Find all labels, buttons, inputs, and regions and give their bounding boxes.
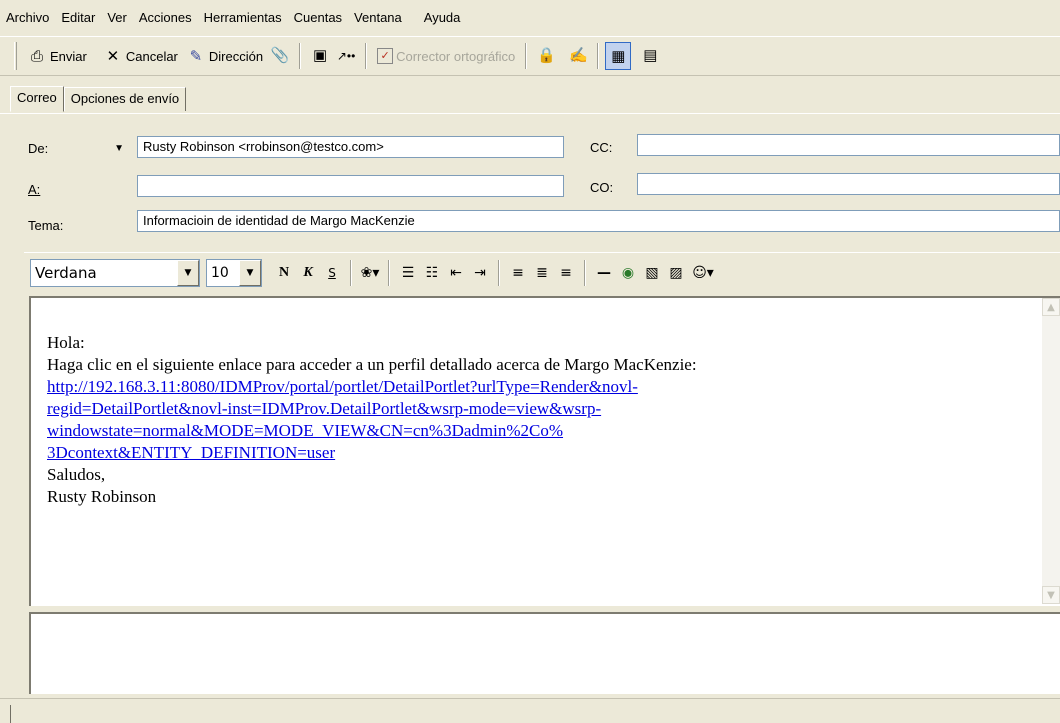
horizontal-line-icon[interactable]: — xyxy=(592,265,616,281)
link-globe-icon[interactable]: ◉ xyxy=(616,265,640,281)
message-greeting: Hola: xyxy=(47,333,85,352)
format-toolbar: Verdana ▼ 10 ▼ N K S ❀▾ ☰ ☷ ⇤ ⇥ ≡ ≣ ≡ — … xyxy=(24,252,1060,292)
view-layout-icon[interactable]: ▦ xyxy=(605,42,632,70)
menu-ver[interactable]: Ver xyxy=(107,10,127,25)
message-closing: Saludos, xyxy=(47,465,106,484)
message-signature: Rusty Robinson xyxy=(47,487,157,506)
align-left-icon[interactable]: ≡ xyxy=(506,265,530,281)
cancel-button[interactable]: ✕ Cancelar xyxy=(99,42,182,70)
attach-icon[interactable]: 📎 xyxy=(267,42,293,70)
to-field[interactable] xyxy=(137,175,564,197)
bold-button[interactable]: N xyxy=(272,265,296,281)
increase-indent-icon[interactable]: ⇥ xyxy=(468,265,492,281)
format-separator xyxy=(584,259,586,286)
menu-editar[interactable]: Editar xyxy=(61,10,95,25)
toolbar-separator xyxy=(525,43,528,69)
chevron-down-icon: ▼ xyxy=(114,142,124,154)
spell-check-icon: ✓ xyxy=(377,48,394,64)
toolbar-separator xyxy=(365,43,368,69)
message-intro: Haga clic en el siguiente enlace para ac… xyxy=(47,355,697,374)
italic-button[interactable]: K xyxy=(296,265,320,281)
menu-archivo[interactable]: Archivo xyxy=(6,10,49,25)
format-separator xyxy=(498,259,500,286)
send-icon: ⎙ xyxy=(30,47,43,65)
text-color-icon[interactable]: ❀▾ xyxy=(358,265,382,281)
spell-check-button[interactable]: ✓ Corrector ortográfico xyxy=(373,42,519,70)
cc-label: CC: xyxy=(590,140,613,155)
message-body[interactable]: Hola: Haga clic en el siguiente enlace p… xyxy=(29,296,1060,606)
save-icon[interactable]: ▣ xyxy=(307,42,333,70)
send-button[interactable]: ⎙ Enviar xyxy=(23,42,91,70)
toolbar-separator xyxy=(597,43,600,69)
bcc-field[interactable] xyxy=(637,173,1060,195)
spell-check-label: Corrector ortográfico xyxy=(396,48,516,64)
underline-button[interactable]: S xyxy=(320,266,344,280)
lock-icon[interactable]: 🔒 xyxy=(533,42,559,70)
status-grip xyxy=(10,705,12,723)
align-right-icon[interactable]: ≡ xyxy=(554,265,578,281)
menu-acciones[interactable]: Acciones xyxy=(139,10,192,25)
chevron-down-icon[interactable]: ▼ xyxy=(239,259,261,286)
bullet-list-icon[interactable]: ☷ xyxy=(420,265,444,281)
cancel-label: Cancelar xyxy=(125,48,178,64)
decrease-indent-icon[interactable]: ⇤ xyxy=(444,265,468,281)
menu-ventana[interactable]: Ventana xyxy=(354,10,402,25)
tab-divider xyxy=(0,113,1060,114)
from-label: De: xyxy=(28,140,49,156)
bcc-label: CO: xyxy=(590,180,614,195)
menu-cuentas[interactable]: Cuentas xyxy=(294,10,342,25)
message-text[interactable]: Hola: Haga clic en el siguiente enlace p… xyxy=(47,332,1037,508)
font-size-value: 10 xyxy=(211,264,229,281)
menu-ayuda[interactable]: Ayuda xyxy=(424,10,461,25)
from-dropdown[interactable]: De: ▼ xyxy=(22,136,130,160)
toolbar-separator xyxy=(299,43,302,69)
address-label: Dirección xyxy=(208,48,264,64)
toolbar-grip[interactable] xyxy=(14,42,17,70)
certificate-icon[interactable]: ✍ xyxy=(565,42,591,70)
signature-icon[interactable]: ↗•• xyxy=(333,42,359,70)
font-size-select[interactable]: 10 ▼ xyxy=(206,258,262,287)
cc-field[interactable] xyxy=(637,134,1060,156)
profile-link-line-4[interactable]: 3Dcontext&ENTITY_DEFINITION=user xyxy=(47,442,1037,464)
subject-label: Tema: xyxy=(28,218,64,233)
menu-herramientas[interactable]: Herramientas xyxy=(204,10,282,25)
address-book-icon: ✎ xyxy=(189,48,203,65)
font-family-value: Verdana xyxy=(35,263,97,282)
font-family-select[interactable]: Verdana ▼ xyxy=(30,258,200,287)
attachment-pane[interactable] xyxy=(29,612,1060,694)
from-field[interactable]: Rusty Robinson <rrobinson@testco.com> xyxy=(137,136,564,158)
numbered-list-icon[interactable]: ☰ xyxy=(396,265,420,281)
tab-correo[interactable]: Correo xyxy=(10,86,64,112)
main-toolbar: ⎙ Enviar ✕ Cancelar ✎ Dirección 📎 ▣ ↗•• … xyxy=(0,36,1060,76)
vertical-scrollbar[interactable]: ▲ ▼ xyxy=(1042,298,1060,604)
emoticon-icon[interactable]: ☺▾ xyxy=(688,265,718,281)
compose-tabs: Correo Opciones de envío xyxy=(10,85,187,112)
view-detail-icon[interactable]: ▤ xyxy=(637,42,663,70)
format-separator xyxy=(388,259,390,286)
insert-object-icon[interactable]: ▨ xyxy=(664,265,688,281)
subject-field[interactable]: Informacioin de identidad de Margo MacKe… xyxy=(137,210,1060,232)
address-book-button[interactable]: ✎ Dirección xyxy=(182,42,267,70)
chevron-down-icon[interactable]: ▼ xyxy=(177,259,199,286)
format-separator xyxy=(350,259,352,286)
cancel-icon: ✕ xyxy=(106,48,120,65)
profile-link-line-1[interactable]: http://192.168.3.11:8080/IDMProv/portal/… xyxy=(47,376,1037,398)
status-bar xyxy=(0,698,1060,723)
scroll-down-icon[interactable]: ▼ xyxy=(1042,586,1060,604)
insert-image-icon[interactable]: ▧ xyxy=(640,265,664,281)
menu-bar: Archivo Editar Ver Acciones Herramientas… xyxy=(0,0,1060,34)
align-center-icon[interactable]: ≣ xyxy=(530,265,554,281)
scroll-up-icon[interactable]: ▲ xyxy=(1042,298,1060,316)
to-label[interactable]: A: xyxy=(28,182,40,197)
tab-opciones-envio[interactable]: Opciones de envío xyxy=(63,87,187,111)
profile-link-line-2[interactable]: regid=DetailPortlet&novl-inst=IDMProv.De… xyxy=(47,398,1037,420)
send-label: Enviar xyxy=(50,48,87,64)
profile-link-line-3[interactable]: windowstate=normal&MODE=MODE_VIEW&CN=cn%… xyxy=(47,420,1037,442)
